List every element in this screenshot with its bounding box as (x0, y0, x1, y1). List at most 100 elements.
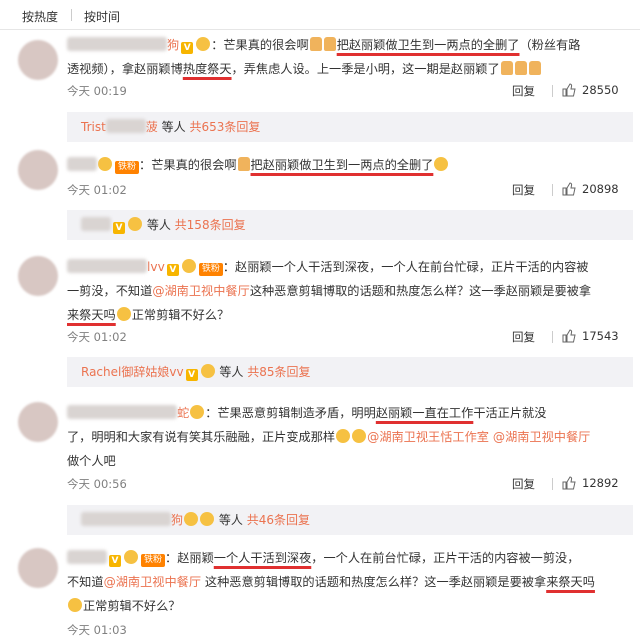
comment-body: 一剪没，不知道 (67, 284, 153, 298)
avatar[interactable] (18, 548, 58, 588)
comment-body: ：赵丽颖一个人干活到深夜，一个人在前台忙碌，正片干活的内容被 (222, 260, 589, 274)
sort-divider (71, 9, 72, 21)
timestamp: 今天 00:56 (67, 477, 127, 491)
reply-button[interactable]: 回复 (512, 476, 535, 492)
reply-summary[interactable]: V 等人 共158条回复 (67, 210, 633, 240)
reply-username[interactable]: 狗 (171, 513, 183, 527)
comment-text: 蛇 ：芒果恶意剪辑制造矛盾，明明赵丽颖一直在工作干活正片就没 (67, 401, 627, 425)
reply-username[interactable]: Trist (81, 120, 106, 134)
blurred-username[interactable] (67, 37, 167, 51)
reply-etc: 等人 (146, 218, 171, 232)
comment-body: 干活正片就没 (473, 406, 547, 420)
fan-badge: 铁粉 (198, 263, 223, 276)
avatar[interactable] (18, 150, 58, 190)
emoji-icon (196, 37, 211, 51)
comment-body: 不知道 (67, 575, 104, 589)
blurred-username[interactable] (67, 405, 177, 419)
comment-body: 做个人吧 (67, 454, 116, 468)
divider (552, 478, 553, 490)
avatar[interactable] (18, 256, 58, 296)
timestamp: 今天 00:19 (67, 84, 127, 98)
username[interactable]: 狗 (167, 38, 179, 52)
reply-etc: 等人 (161, 120, 186, 134)
comment-text-line3: 正常剪辑不好么？ (67, 594, 627, 618)
mention-link[interactable]: @湖南卫视中餐厅 (152, 284, 250, 298)
comment-body: ，一个人在前台忙碌，正片干活的内容被一剪没， (311, 551, 580, 565)
highlighted-text: 把赵丽颖做卫生到一两点的全删了 (250, 158, 434, 172)
divider (552, 85, 553, 97)
sort-by-hot[interactable]: 按热度 (22, 8, 58, 25)
like-icon[interactable] (562, 329, 576, 343)
verified-v-icon: V (109, 555, 121, 567)
avatar[interactable] (18, 402, 58, 442)
comment-text-line3: 做个人吧 (67, 449, 627, 473)
divider (552, 184, 553, 196)
thumbs-up-emoji-icon (500, 61, 513, 75)
avatar[interactable] (18, 40, 58, 80)
reply-button[interactable]: 回复 (512, 182, 535, 198)
comment-body: 正常剪辑不好么？ (131, 308, 230, 322)
like-count: 17543 (582, 329, 619, 343)
more-replies-link[interactable]: 共46条回复 (247, 513, 310, 527)
reply-etc: 等人 (219, 365, 244, 379)
reply-username[interactable]: Rachel御辞姑娘vv (81, 365, 184, 379)
comment-body: ：芒果真的很会啊 (211, 38, 309, 52)
thinking-emoji-icon (68, 598, 82, 612)
reply-button[interactable]: 回复 (512, 83, 535, 99)
comment-body: 这种恶意剪辑博取的话题和热度怎么样？这一季赵丽颖是要被拿 (249, 284, 592, 298)
mention-link[interactable]: @湖南卫视中餐厅 (104, 575, 202, 589)
thumbs-up-emoji-icon (514, 61, 527, 75)
fan-badge: 铁粉 (115, 161, 140, 174)
mention-link[interactable]: @湖南卫视王恬工作室 (367, 430, 489, 444)
username[interactable]: lvv (147, 260, 165, 274)
comment-meta: 今天 00:56 回复 12892 (67, 474, 619, 494)
reply-summary[interactable]: Rachel御辞姑娘vv V 等人 共85条回复 (67, 357, 633, 387)
verified-v-icon: V (113, 222, 125, 234)
blurred-username[interactable] (67, 157, 97, 171)
thumbs-up-emoji-icon (309, 37, 322, 51)
timestamp: 今天 01:02 (67, 330, 127, 344)
verified-v-icon: V (181, 42, 194, 54)
highlighted-text: 来祭天吗 (546, 575, 595, 589)
sort-by-time[interactable]: 按时间 (84, 8, 120, 25)
like-count: 28550 (582, 83, 619, 97)
more-replies-link[interactable]: 共653条回复 (189, 120, 260, 134)
verified-v-icon: V (185, 369, 198, 381)
emoji-icon (200, 364, 215, 378)
highlighted-text: 一个人干活到深夜 (213, 551, 312, 565)
like-icon[interactable] (562, 182, 576, 196)
reply-username[interactable]: 菠 (146, 120, 158, 134)
smile-emoji-icon (336, 429, 351, 443)
comment-text-line2: 不知道@湖南卫视中餐厅 这种恶意剪辑博取的话题和热度怎么样？这一季赵丽颖是要被拿… (67, 570, 627, 594)
reply-button[interactable]: 回复 (512, 329, 535, 345)
username[interactable]: 蛇 (177, 406, 189, 420)
divider (552, 331, 553, 343)
blurred-username[interactable] (81, 512, 171, 526)
comment-body: ，弄焦虑人设。上一季是小明，这一期是赵丽颖了 (231, 62, 500, 76)
comment-body: 正常剪辑不好么？ (83, 599, 181, 613)
more-replies-link[interactable]: 共158条回复 (175, 218, 246, 232)
like-count: 20898 (582, 182, 619, 196)
reply-summary[interactable]: Trist 菠 等人 共653条回复 (67, 112, 633, 142)
comment-meta: 今天 01:02 回复 17543 (67, 327, 619, 347)
emoji-icon (128, 217, 142, 231)
more-replies-link[interactable]: 共85条回复 (247, 365, 310, 379)
comment-text-line2: 透视频），拿赵丽颖博热度祭天，弄焦虑人设。上一季是小明，这一期是赵丽颖了 (67, 57, 627, 81)
comment-body: ：芒果真的很会啊 (139, 158, 237, 172)
comment-body: 这种恶意剪辑博取的话题和热度怎么样？这一季赵丽颖是要被拿 (201, 575, 547, 589)
highlighted-text: 热度祭天 (182, 62, 232, 76)
mention-link[interactable]: @湖南卫视中餐厅 (493, 430, 591, 444)
like-icon[interactable] (562, 476, 576, 490)
reply-summary[interactable]: 狗 等人 共46条回复 (67, 505, 633, 535)
blurred-username[interactable] (67, 259, 147, 273)
comment-body: 透视频），拿赵丽颖博 (67, 62, 183, 76)
like-icon[interactable] (562, 83, 576, 97)
emoji-icon (98, 157, 112, 171)
reply-etc: 等人 (218, 513, 243, 527)
comment-text-line2: 一剪没，不知道@湖南卫视中餐厅这种恶意剪辑博取的话题和热度怎么样？这一季赵丽颖是… (67, 279, 627, 303)
highlighted-text: 把赵丽颖做卫生到一两点的全删了 (336, 38, 520, 52)
thumbs-up-emoji-icon (237, 157, 250, 171)
blurred-username[interactable] (67, 550, 107, 564)
emoji-icon (181, 259, 196, 273)
blurred-username[interactable] (81, 217, 111, 231)
